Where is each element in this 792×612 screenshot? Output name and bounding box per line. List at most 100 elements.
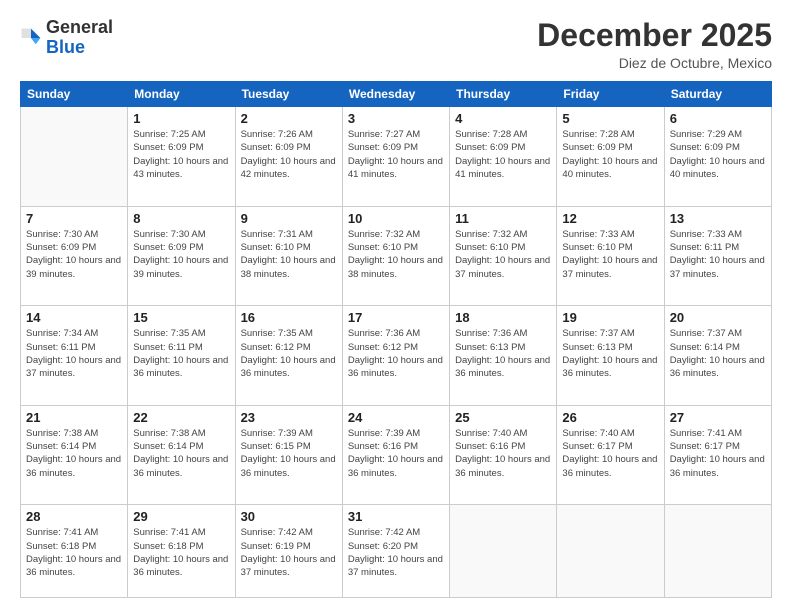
day-number: 8 xyxy=(133,211,229,226)
day-detail: Sunrise: 7:40 AMSunset: 6:17 PMDaylight:… xyxy=(562,427,658,480)
day-number: 3 xyxy=(348,111,444,126)
day-detail: Sunrise: 7:33 AMSunset: 6:11 PMDaylight:… xyxy=(670,228,766,281)
day-detail: Sunrise: 7:30 AMSunset: 6:09 PMDaylight:… xyxy=(133,228,229,281)
table-row: 7 Sunrise: 7:30 AMSunset: 6:09 PMDayligh… xyxy=(21,206,128,306)
table-row: 5 Sunrise: 7:28 AMSunset: 6:09 PMDayligh… xyxy=(557,107,664,207)
table-row: 28 Sunrise: 7:41 AMSunset: 6:18 PMDaylig… xyxy=(21,505,128,598)
table-row: 16 Sunrise: 7:35 AMSunset: 6:12 PMDaylig… xyxy=(235,306,342,406)
table-row: 2 Sunrise: 7:26 AMSunset: 6:09 PMDayligh… xyxy=(235,107,342,207)
day-detail: Sunrise: 7:25 AMSunset: 6:09 PMDaylight:… xyxy=(133,128,229,181)
table-row xyxy=(450,505,557,598)
table-row xyxy=(664,505,771,598)
header: General Blue December 2025 Diez de Octub… xyxy=(20,18,772,71)
day-detail: Sunrise: 7:34 AMSunset: 6:11 PMDaylight:… xyxy=(26,327,122,380)
col-friday: Friday xyxy=(557,82,664,107)
day-number: 1 xyxy=(133,111,229,126)
day-number: 21 xyxy=(26,410,122,425)
day-detail: Sunrise: 7:41 AMSunset: 6:18 PMDaylight:… xyxy=(26,526,122,579)
location: Diez de Octubre, Mexico xyxy=(537,55,772,71)
day-number: 11 xyxy=(455,211,551,226)
logo-blue-text: Blue xyxy=(46,37,85,57)
day-detail: Sunrise: 7:42 AMSunset: 6:19 PMDaylight:… xyxy=(241,526,337,579)
col-sunday: Sunday xyxy=(21,82,128,107)
logo: General Blue xyxy=(20,18,113,58)
calendar-row: 21 Sunrise: 7:38 AMSunset: 6:14 PMDaylig… xyxy=(21,405,772,505)
day-detail: Sunrise: 7:28 AMSunset: 6:09 PMDaylight:… xyxy=(455,128,551,181)
day-detail: Sunrise: 7:38 AMSunset: 6:14 PMDaylight:… xyxy=(26,427,122,480)
table-row: 22 Sunrise: 7:38 AMSunset: 6:14 PMDaylig… xyxy=(128,405,235,505)
day-detail: Sunrise: 7:41 AMSunset: 6:17 PMDaylight:… xyxy=(670,427,766,480)
table-row: 13 Sunrise: 7:33 AMSunset: 6:11 PMDaylig… xyxy=(664,206,771,306)
day-number: 29 xyxy=(133,509,229,524)
table-row: 18 Sunrise: 7:36 AMSunset: 6:13 PMDaylig… xyxy=(450,306,557,406)
day-number: 13 xyxy=(670,211,766,226)
table-row: 21 Sunrise: 7:38 AMSunset: 6:14 PMDaylig… xyxy=(21,405,128,505)
table-row: 1 Sunrise: 7:25 AMSunset: 6:09 PMDayligh… xyxy=(128,107,235,207)
table-row: 14 Sunrise: 7:34 AMSunset: 6:11 PMDaylig… xyxy=(21,306,128,406)
day-number: 23 xyxy=(241,410,337,425)
logo-icon xyxy=(20,27,42,49)
day-detail: Sunrise: 7:40 AMSunset: 6:16 PMDaylight:… xyxy=(455,427,551,480)
day-detail: Sunrise: 7:30 AMSunset: 6:09 PMDaylight:… xyxy=(26,228,122,281)
table-row: 20 Sunrise: 7:37 AMSunset: 6:14 PMDaylig… xyxy=(664,306,771,406)
table-row: 24 Sunrise: 7:39 AMSunset: 6:16 PMDaylig… xyxy=(342,405,449,505)
table-row: 17 Sunrise: 7:36 AMSunset: 6:12 PMDaylig… xyxy=(342,306,449,406)
day-detail: Sunrise: 7:37 AMSunset: 6:14 PMDaylight:… xyxy=(670,327,766,380)
calendar-row: 7 Sunrise: 7:30 AMSunset: 6:09 PMDayligh… xyxy=(21,206,772,306)
day-number: 6 xyxy=(670,111,766,126)
calendar-header-row: Sunday Monday Tuesday Wednesday Thursday… xyxy=(21,82,772,107)
day-detail: Sunrise: 7:39 AMSunset: 6:15 PMDaylight:… xyxy=(241,427,337,480)
table-row xyxy=(557,505,664,598)
table-row: 19 Sunrise: 7:37 AMSunset: 6:13 PMDaylig… xyxy=(557,306,664,406)
col-saturday: Saturday xyxy=(664,82,771,107)
day-detail: Sunrise: 7:37 AMSunset: 6:13 PMDaylight:… xyxy=(562,327,658,380)
table-row: 29 Sunrise: 7:41 AMSunset: 6:18 PMDaylig… xyxy=(128,505,235,598)
day-detail: Sunrise: 7:29 AMSunset: 6:09 PMDaylight:… xyxy=(670,128,766,181)
day-detail: Sunrise: 7:32 AMSunset: 6:10 PMDaylight:… xyxy=(348,228,444,281)
day-number: 14 xyxy=(26,310,122,325)
day-number: 28 xyxy=(26,509,122,524)
day-number: 27 xyxy=(670,410,766,425)
day-number: 19 xyxy=(562,310,658,325)
day-number: 12 xyxy=(562,211,658,226)
day-number: 16 xyxy=(241,310,337,325)
day-detail: Sunrise: 7:35 AMSunset: 6:12 PMDaylight:… xyxy=(241,327,337,380)
table-row: 25 Sunrise: 7:40 AMSunset: 6:16 PMDaylig… xyxy=(450,405,557,505)
table-row: 4 Sunrise: 7:28 AMSunset: 6:09 PMDayligh… xyxy=(450,107,557,207)
calendar-row: 1 Sunrise: 7:25 AMSunset: 6:09 PMDayligh… xyxy=(21,107,772,207)
day-detail: Sunrise: 7:38 AMSunset: 6:14 PMDaylight:… xyxy=(133,427,229,480)
calendar-row: 28 Sunrise: 7:41 AMSunset: 6:18 PMDaylig… xyxy=(21,505,772,598)
day-number: 10 xyxy=(348,211,444,226)
day-number: 15 xyxy=(133,310,229,325)
day-number: 24 xyxy=(348,410,444,425)
day-number: 18 xyxy=(455,310,551,325)
day-detail: Sunrise: 7:35 AMSunset: 6:11 PMDaylight:… xyxy=(133,327,229,380)
table-row: 8 Sunrise: 7:30 AMSunset: 6:09 PMDayligh… xyxy=(128,206,235,306)
day-detail: Sunrise: 7:36 AMSunset: 6:12 PMDaylight:… xyxy=(348,327,444,380)
day-number: 17 xyxy=(348,310,444,325)
col-monday: Monday xyxy=(128,82,235,107)
day-detail: Sunrise: 7:33 AMSunset: 6:10 PMDaylight:… xyxy=(562,228,658,281)
day-detail: Sunrise: 7:27 AMSunset: 6:09 PMDaylight:… xyxy=(348,128,444,181)
col-thursday: Thursday xyxy=(450,82,557,107)
calendar-table: Sunday Monday Tuesday Wednesday Thursday… xyxy=(20,81,772,598)
day-number: 22 xyxy=(133,410,229,425)
calendar-page: General Blue December 2025 Diez de Octub… xyxy=(0,0,792,612)
table-row: 6 Sunrise: 7:29 AMSunset: 6:09 PMDayligh… xyxy=(664,107,771,207)
table-row: 10 Sunrise: 7:32 AMSunset: 6:10 PMDaylig… xyxy=(342,206,449,306)
table-row: 3 Sunrise: 7:27 AMSunset: 6:09 PMDayligh… xyxy=(342,107,449,207)
table-row xyxy=(21,107,128,207)
table-row: 23 Sunrise: 7:39 AMSunset: 6:15 PMDaylig… xyxy=(235,405,342,505)
day-detail: Sunrise: 7:42 AMSunset: 6:20 PMDaylight:… xyxy=(348,526,444,579)
day-detail: Sunrise: 7:28 AMSunset: 6:09 PMDaylight:… xyxy=(562,128,658,181)
day-detail: Sunrise: 7:36 AMSunset: 6:13 PMDaylight:… xyxy=(455,327,551,380)
day-number: 4 xyxy=(455,111,551,126)
day-number: 9 xyxy=(241,211,337,226)
table-row: 9 Sunrise: 7:31 AMSunset: 6:10 PMDayligh… xyxy=(235,206,342,306)
logo-general-text: General xyxy=(46,17,113,37)
col-tuesday: Tuesday xyxy=(235,82,342,107)
calendar-row: 14 Sunrise: 7:34 AMSunset: 6:11 PMDaylig… xyxy=(21,306,772,406)
title-block: December 2025 Diez de Octubre, Mexico xyxy=(537,18,772,71)
day-number: 25 xyxy=(455,410,551,425)
table-row: 27 Sunrise: 7:41 AMSunset: 6:17 PMDaylig… xyxy=(664,405,771,505)
